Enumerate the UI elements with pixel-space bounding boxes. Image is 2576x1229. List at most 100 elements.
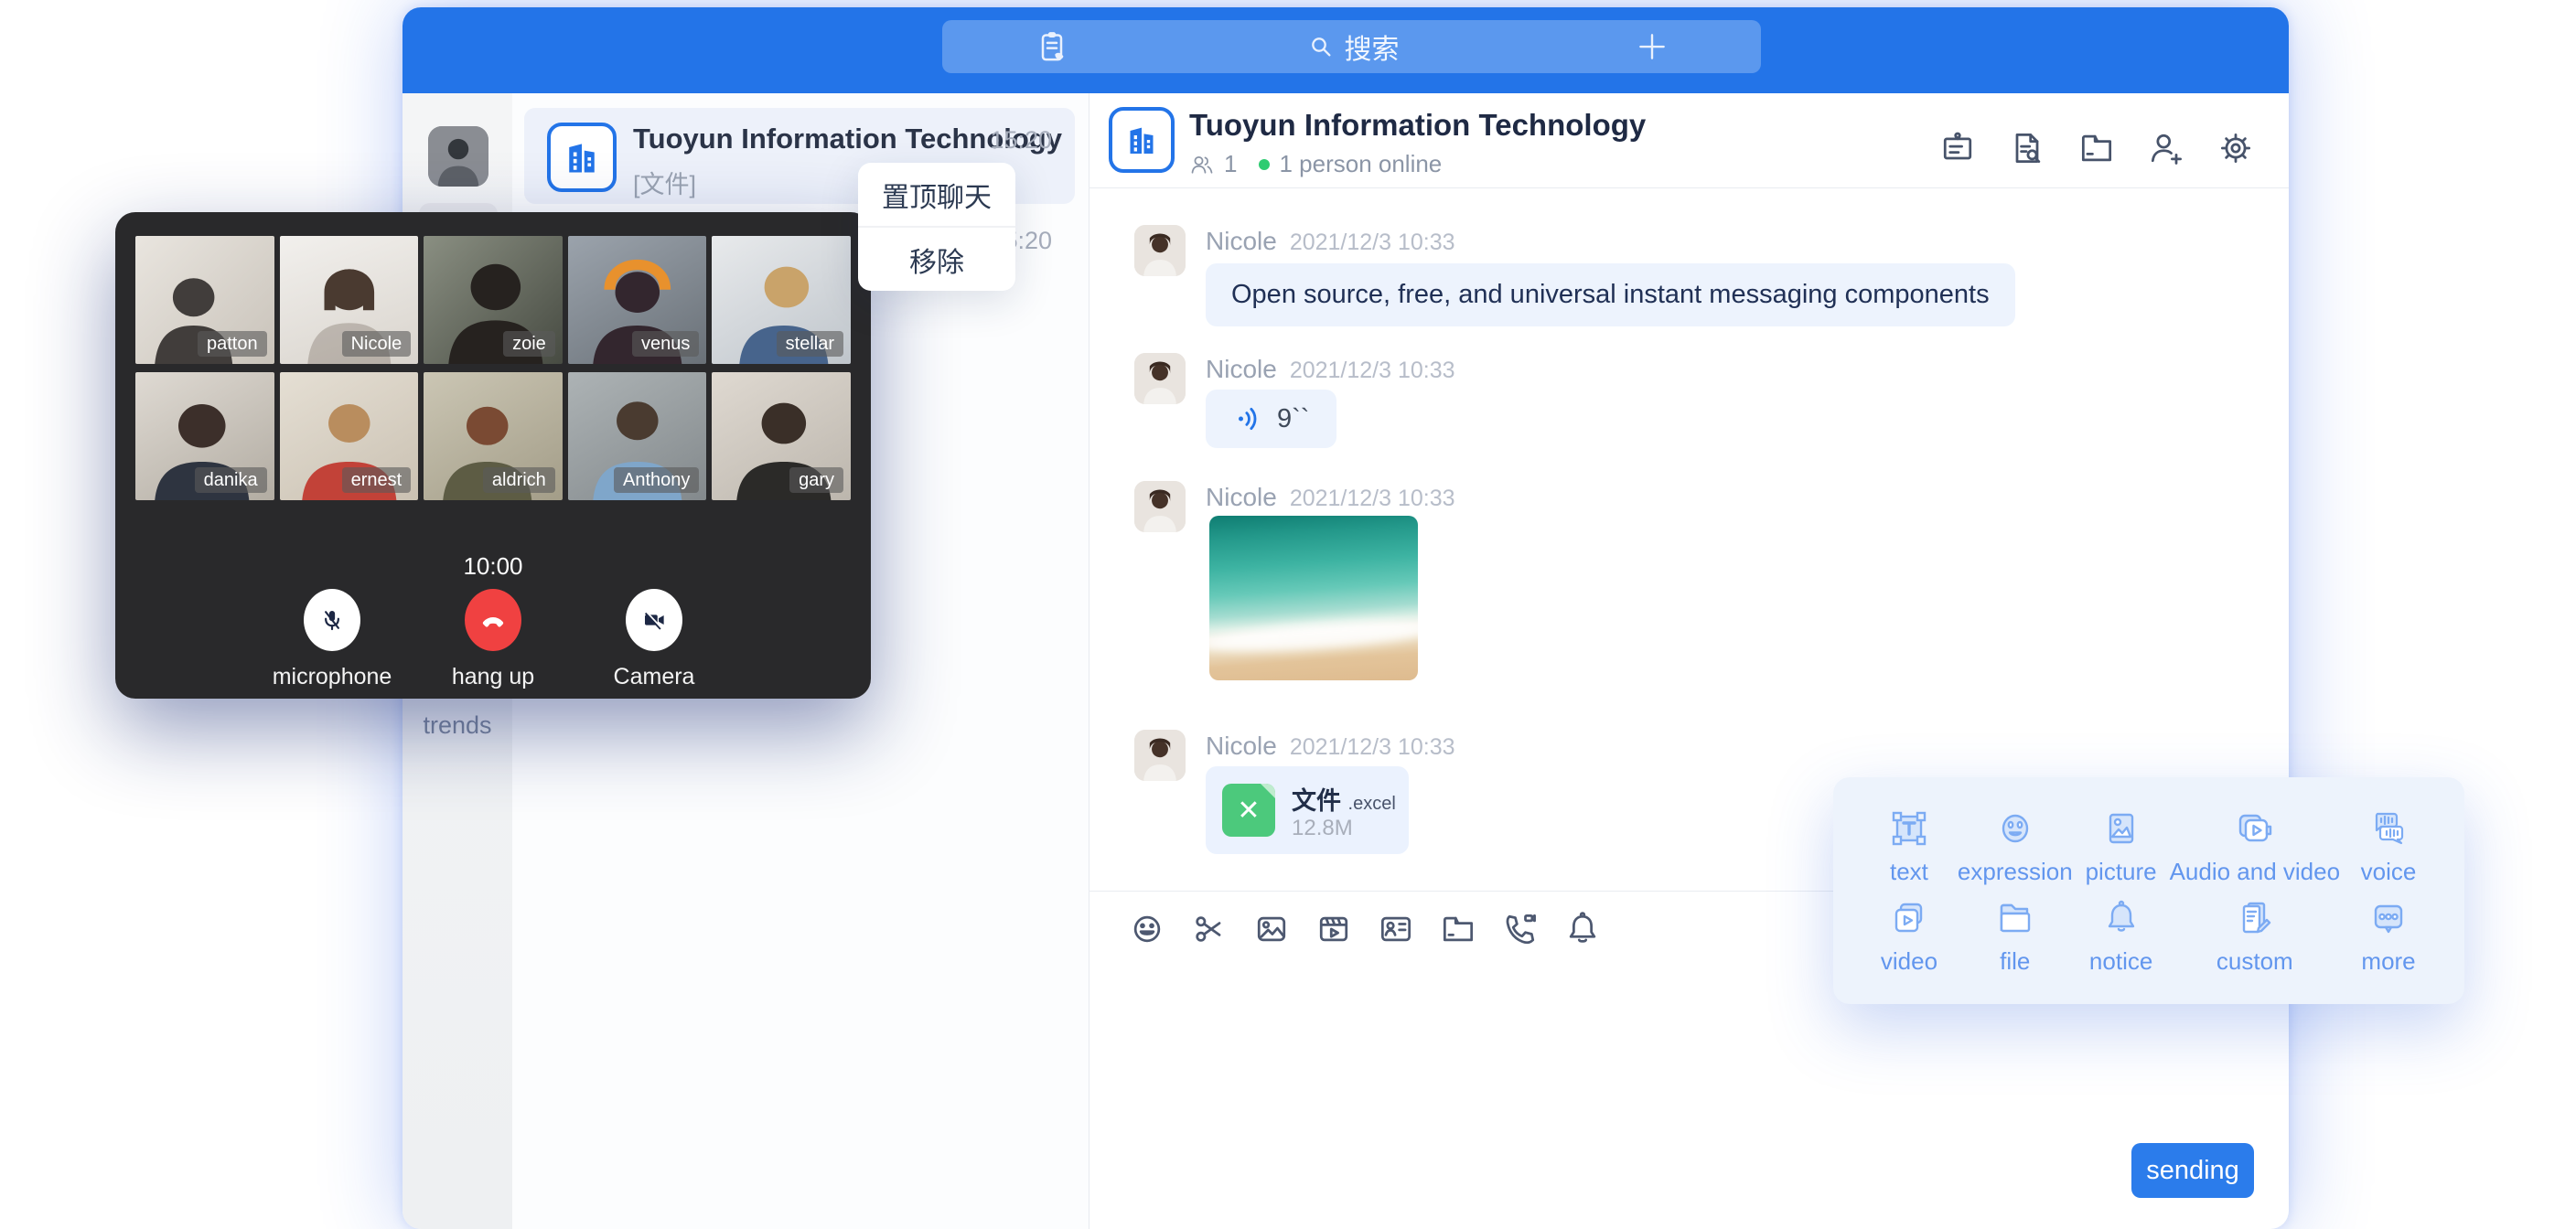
video-icon[interactable] (1314, 909, 1354, 949)
message-meta: Nicole2021/12/3 10:33 (1206, 355, 1455, 384)
participant-tile[interactable]: aldrich (424, 372, 563, 500)
participant-tile[interactable]: stellar (712, 236, 851, 364)
panel-label: custom (2216, 947, 2293, 976)
participant-tile[interactable]: Nicole (280, 236, 419, 364)
microphone-label: microphone (273, 664, 392, 690)
panel-label: notice (2089, 947, 2152, 976)
message-meta: Nicole2021/12/3 10:33 (1206, 227, 1455, 256)
screenshot-icon[interactable] (1189, 909, 1229, 949)
message-type-panel: text expression picture Audio and video (1833, 777, 2464, 1004)
message-meta: Nicole 2021/12/3 10:33 (1206, 483, 1455, 512)
sender-avatar[interactable] (1134, 730, 1186, 781)
participant-tile[interactable]: danika (135, 372, 274, 500)
sender-avatar[interactable] (1134, 225, 1186, 276)
voice-duration: 9`` (1277, 404, 1309, 434)
settings-icon[interactable] (2216, 128, 2256, 168)
file-icon[interactable] (1438, 909, 1478, 949)
participant-name: ernest (342, 467, 412, 493)
sender-name: Nicole (1206, 732, 1277, 760)
file-message-card[interactable]: ✕ 文件 .excel 12.8M (1206, 766, 1409, 854)
panel-label: text (1890, 858, 1928, 886)
conversation-preview: [文件] (633, 165, 696, 200)
panel-item-file[interactable]: file (1958, 891, 2073, 980)
camera-off-icon (626, 589, 682, 651)
microphone-button[interactable]: microphone (277, 589, 387, 690)
participant-tile[interactable]: zoie (424, 236, 563, 364)
panel-item-more[interactable]: more (2340, 891, 2437, 980)
panel-label: voice (2361, 858, 2417, 886)
add-icon[interactable] (1635, 29, 1669, 64)
participant-name: gary (789, 467, 843, 493)
hang-up-icon (465, 589, 521, 651)
composer-toolbar (1127, 909, 1603, 949)
search-field[interactable]: 搜索 (1306, 27, 1400, 67)
chat-member-info: 1 1 person online (1189, 150, 1442, 178)
panel-item-voice[interactable]: voice (2340, 801, 2437, 891)
notification-icon[interactable] (1562, 909, 1603, 949)
sender-avatar[interactable] (1134, 353, 1186, 404)
menu-item-remove[interactable]: 移除 (858, 228, 1015, 291)
participant-name: danika (195, 467, 267, 493)
menu-item-pin[interactable]: 置顶聊天 (858, 163, 1015, 226)
video-call-icon[interactable] (1500, 909, 1540, 949)
file-ext: .excel (1348, 794, 1396, 814)
panel-item-custom[interactable]: custom (2170, 891, 2340, 980)
search-history-icon[interactable] (2007, 128, 2047, 168)
user-avatar[interactable] (428, 126, 488, 187)
mic-muted-icon (304, 589, 360, 651)
participant-name: Anthony (614, 467, 699, 493)
message-time: 2021/12/3 10:33 (1290, 486, 1455, 511)
voice-wave-icon (1233, 403, 1264, 434)
members-icon (1189, 152, 1215, 177)
header-divider (1089, 187, 2289, 188)
sender-name: Nicole (1206, 483, 1277, 511)
camera-button[interactable]: Camera (599, 589, 709, 690)
sender-avatar[interactable] (1134, 481, 1186, 532)
trends-label: trends (402, 711, 512, 740)
panel-label: video (1881, 947, 1937, 976)
participant-tile[interactable]: Anthony (568, 372, 707, 500)
panel-item-picture[interactable]: picture (2073, 801, 2170, 891)
chat-group-avatar (1109, 107, 1175, 173)
call-controls: microphone hang up Camera (115, 589, 871, 690)
contact-card-icon[interactable] (1376, 909, 1416, 949)
group-avatar[interactable] (547, 123, 617, 192)
hang-up-label: hang up (452, 664, 534, 690)
panel-item-expression[interactable]: expression (1958, 801, 2073, 891)
participant-tile[interactable]: gary (712, 372, 851, 500)
panel-item-audio-video[interactable]: Audio and video (2170, 801, 2340, 891)
participant-tile[interactable]: ernest (280, 372, 419, 500)
text-message-bubble[interactable]: Open source, free, and universal instant… (1206, 263, 2015, 326)
files-icon[interactable] (2077, 128, 2117, 168)
panel-label: Audio and video (2170, 858, 2340, 886)
file-size: 12.8M (1292, 816, 1353, 841)
member-count: 1 (1224, 150, 1237, 178)
participant-tile[interactable]: patton (135, 236, 274, 364)
online-status: 1 person online (1279, 150, 1442, 178)
online-dot (1259, 159, 1270, 170)
panel-item-notice[interactable]: notice (2073, 891, 2170, 980)
panel-item-text[interactable]: text (1861, 801, 1958, 891)
excel-file-icon: ✕ (1222, 784, 1275, 837)
sender-name: Nicole (1206, 227, 1277, 255)
voice-message-bubble[interactable]: 9`` (1206, 390, 1336, 448)
search-icon (1306, 32, 1336, 61)
panel-item-video[interactable]: video (1861, 891, 1958, 980)
group-notice-icon[interactable] (1937, 128, 1978, 168)
emoji-icon[interactable] (1127, 909, 1167, 949)
participant-name: patton (198, 331, 267, 357)
search-bar[interactable]: 搜索 (942, 20, 1761, 73)
call-timer: 10:00 (115, 552, 871, 581)
picture-icon[interactable] (1251, 909, 1292, 949)
participant-tile[interactable]: venus (568, 236, 707, 364)
participant-name: zoie (503, 331, 555, 357)
panel-label: expression (1958, 858, 2073, 886)
send-button[interactable]: sending (2131, 1143, 2254, 1198)
hang-up-button[interactable]: hang up (438, 589, 548, 690)
conversation-title: Tuoyun Information Technology (633, 123, 1017, 155)
call-records-icon[interactable] (1034, 28, 1070, 65)
image-message-beach[interactable] (1209, 516, 1418, 680)
participant-name: stellar (777, 331, 843, 357)
search-placeholder: 搜索 (1345, 27, 1400, 67)
add-member-icon[interactable] (2146, 128, 2186, 168)
